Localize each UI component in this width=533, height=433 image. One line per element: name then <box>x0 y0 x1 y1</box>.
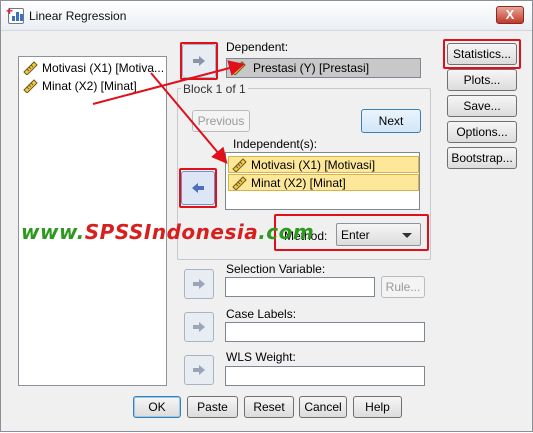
plots-button[interactable]: Plots... <box>447 69 517 91</box>
wls-weight-label: WLS Weight: <box>226 350 296 364</box>
left-arrow-icon <box>192 183 204 193</box>
scale-ruler-icon <box>232 158 247 172</box>
right-arrow-icon <box>193 279 205 289</box>
scale-ruler-icon <box>231 61 246 75</box>
watermark: www.SPSSIndonesia.com <box>21 220 315 244</box>
spss-app-icon: + <box>6 5 24 24</box>
close-icon: X <box>505 7 515 22</box>
case-labels-field[interactable] <box>225 322 425 342</box>
statistics-button[interactable]: Statistics... <box>447 43 517 65</box>
block-title: Block 1 of 1 <box>181 82 248 96</box>
list-item[interactable]: Minat (X2) [Minat] <box>23 78 137 94</box>
linear-regression-dialog: + Linear Regression X Motivasi (X1) [Mot… <box>0 0 533 432</box>
list-item[interactable]: Motivasi (X1) [Motivasi] <box>228 156 419 173</box>
right-arrow-icon <box>193 322 205 332</box>
window-title: Linear Regression <box>29 9 127 23</box>
wls-weight-field[interactable] <box>225 366 425 386</box>
help-button[interactable]: Help <box>353 396 402 418</box>
title-bar: + Linear Regression X <box>1 1 532 31</box>
independent-value: Motivasi (X1) [Motivasi] <box>251 158 376 172</box>
method-select[interactable]: Enter <box>336 223 421 246</box>
move-to-case-labels-button[interactable] <box>184 312 214 342</box>
ok-button[interactable]: OK <box>133 396 181 418</box>
method-value: Enter <box>341 228 370 242</box>
next-button[interactable]: Next <box>361 109 421 133</box>
dependent-field[interactable]: Prestasi (Y) [Prestasi] <box>226 58 421 78</box>
save-button[interactable]: Save... <box>447 95 517 117</box>
right-arrow-icon <box>193 365 205 375</box>
chevron-down-icon <box>402 233 412 238</box>
close-button[interactable]: X <box>496 6 524 24</box>
rule-button[interactable]: Rule... <box>381 276 425 298</box>
move-to-selection-button[interactable] <box>184 269 214 299</box>
scale-ruler-icon <box>232 176 247 190</box>
independent-label: Independent(s): <box>233 137 318 151</box>
options-button[interactable]: Options... <box>447 121 517 143</box>
selection-variable-field[interactable] <box>225 277 375 297</box>
previous-button[interactable]: Previous <box>192 110 250 132</box>
selection-variable-label: Selection Variable: <box>226 262 326 276</box>
list-item[interactable]: Minat (X2) [Minat] <box>228 174 419 191</box>
variable-label: Motivasi (X1) [Motiva... <box>42 61 165 75</box>
bootstrap-button[interactable]: Bootstrap... <box>447 147 517 169</box>
list-item[interactable]: Motivasi (X1) [Motiva... <box>23 60 164 76</box>
dependent-label: Dependent: <box>226 40 289 54</box>
scale-ruler-icon <box>23 61 38 75</box>
paste-button[interactable]: Paste <box>187 396 238 418</box>
move-to-independent-button[interactable] <box>181 171 215 205</box>
reset-button[interactable]: Reset <box>244 396 294 418</box>
right-arrow-icon <box>193 56 205 66</box>
move-to-dependent-button[interactable] <box>182 44 216 78</box>
variable-label: Minat (X2) [Minat] <box>42 79 137 93</box>
independent-list[interactable]: Motivasi (X1) [Motivasi] Minat (X2) [Min… <box>225 152 420 210</box>
cancel-button[interactable]: Cancel <box>299 396 347 418</box>
case-labels-label: Case Labels: <box>226 307 297 321</box>
dependent-value: Prestasi (Y) [Prestasi] <box>253 61 370 75</box>
independent-value: Minat (X2) [Minat] <box>251 176 346 190</box>
move-to-wls-button[interactable] <box>184 355 214 385</box>
scale-ruler-icon <box>23 79 38 93</box>
